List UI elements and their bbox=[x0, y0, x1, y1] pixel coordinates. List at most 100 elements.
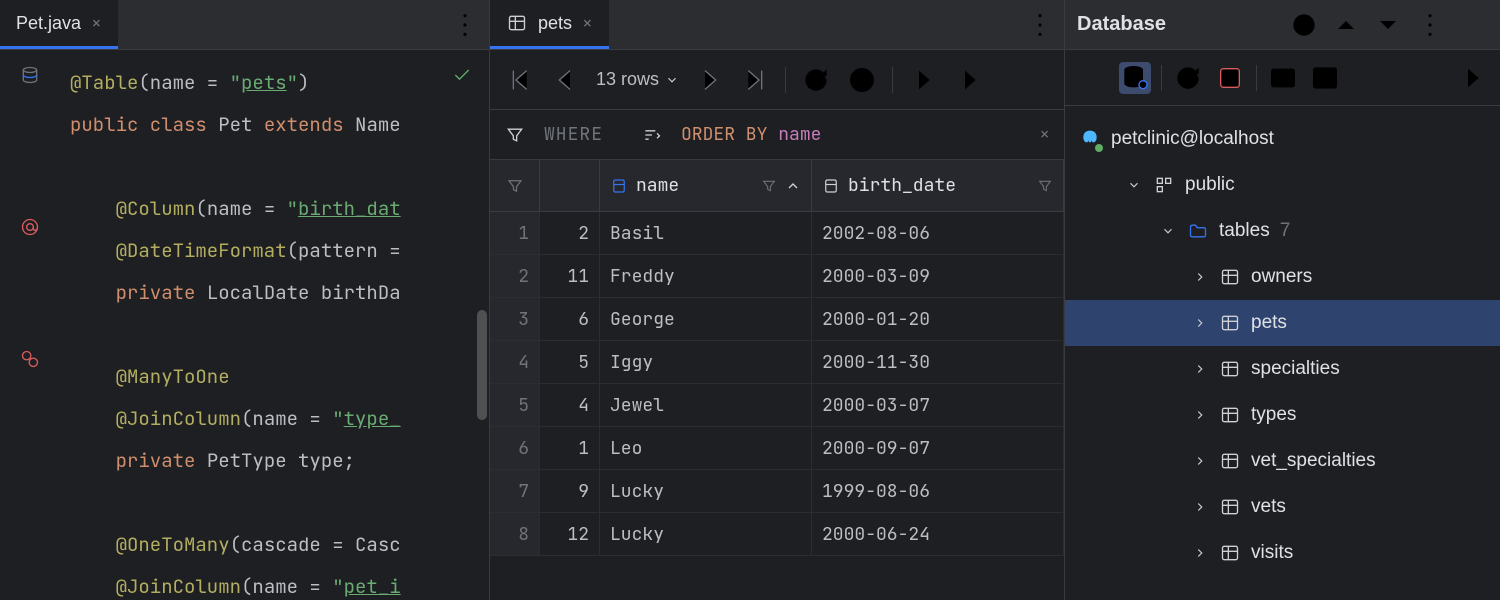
table-view-icon[interactable] bbox=[1309, 62, 1341, 94]
cell-id[interactable]: 12 bbox=[540, 513, 600, 555]
cell-name[interactable]: Iggy bbox=[600, 341, 812, 383]
cell-rownum: 1 bbox=[490, 212, 540, 254]
filter-bar: WHERE ORDER BY name × bbox=[490, 110, 1064, 160]
cell-name[interactable]: Freddy bbox=[600, 255, 812, 297]
table-icon bbox=[1219, 542, 1241, 564]
cell-id[interactable]: 5 bbox=[540, 341, 600, 383]
chevron-right-icon bbox=[1193, 316, 1209, 330]
chevron-right-icon bbox=[1193, 408, 1209, 422]
next-result2-icon[interactable] bbox=[953, 64, 985, 96]
expand-up-icon[interactable] bbox=[1330, 9, 1362, 41]
cell-id[interactable]: 1 bbox=[540, 427, 600, 469]
cell-birth-date[interactable]: 1999-08-06 bbox=[812, 470, 1064, 512]
datasource-props-icon[interactable] bbox=[1119, 62, 1151, 94]
table-node-vets[interactable]: vets bbox=[1065, 484, 1500, 530]
table-row[interactable]: 54Jewel2000-03-07 bbox=[490, 384, 1064, 427]
more-right-icon[interactable] bbox=[1456, 62, 1488, 94]
close-icon[interactable]: × bbox=[91, 12, 102, 35]
data-tab-bar: pets × bbox=[490, 0, 1064, 50]
last-page-icon[interactable] bbox=[739, 64, 771, 96]
refresh-icon[interactable] bbox=[1172, 62, 1204, 94]
cell-birth-date[interactable]: 2000-01-20 bbox=[812, 298, 1064, 340]
more-icon[interactable] bbox=[1414, 9, 1446, 41]
collapse-down-icon[interactable] bbox=[1372, 9, 1404, 41]
table-node-specialties[interactable]: specialties bbox=[1065, 346, 1500, 392]
cell-name[interactable]: Lucky bbox=[600, 470, 812, 512]
chevron-right-icon bbox=[1193, 362, 1209, 376]
column-name[interactable]: name bbox=[600, 160, 812, 211]
cell-id[interactable]: 6 bbox=[540, 298, 600, 340]
tables-node[interactable]: tables 7 bbox=[1065, 208, 1500, 254]
table-row[interactable]: 45Iggy2000-11-30 bbox=[490, 341, 1064, 384]
datasource-node[interactable]: petclinic@localhost bbox=[1065, 116, 1500, 162]
table-node-pets[interactable]: pets bbox=[1065, 300, 1500, 346]
add-icon[interactable] bbox=[1077, 62, 1109, 94]
cell-name[interactable]: Lucky bbox=[600, 513, 812, 555]
code-content[interactable]: @Table(name = "pets") public class Pet e… bbox=[60, 50, 489, 600]
table-row[interactable]: 79Lucky1999-08-06 bbox=[490, 470, 1064, 513]
folder-icon bbox=[1187, 220, 1209, 242]
cell-name[interactable]: Leo bbox=[600, 427, 812, 469]
scrollbar-thumb[interactable] bbox=[477, 310, 487, 420]
column-birth-date[interactable]: birth_date bbox=[812, 160, 1064, 211]
cell-birth-date[interactable]: 2000-09-07 bbox=[812, 427, 1064, 469]
row-count[interactable]: 13 rows bbox=[596, 69, 679, 90]
cell-birth-date[interactable]: 2000-03-07 bbox=[812, 384, 1064, 426]
next-result-icon[interactable] bbox=[907, 64, 939, 96]
first-page-icon[interactable] bbox=[504, 64, 536, 96]
database-tree[interactable]: petclinic@localhost public tables 7 owne… bbox=[1065, 106, 1500, 586]
editor-tab-bar: Pet.java × bbox=[0, 0, 489, 50]
code-editor[interactable]: @Table(name = "pets") public class Pet e… bbox=[0, 50, 489, 600]
column-rownum[interactable] bbox=[490, 160, 540, 211]
table-row[interactable]: 36George2000-01-20 bbox=[490, 298, 1064, 341]
sort-icon[interactable] bbox=[641, 124, 663, 146]
table-node-vet_specialties[interactable]: vet_specialties bbox=[1065, 438, 1500, 484]
table-node-owners[interactable]: owners bbox=[1065, 254, 1500, 300]
stop-icon[interactable] bbox=[1214, 62, 1246, 94]
tab-label: pets bbox=[538, 13, 572, 34]
more-icon[interactable] bbox=[449, 9, 481, 41]
cell-id[interactable]: 11 bbox=[540, 255, 600, 297]
database-icon[interactable] bbox=[19, 64, 41, 86]
prev-page-icon[interactable] bbox=[550, 64, 582, 96]
next-page-icon[interactable] bbox=[693, 64, 725, 96]
table-row[interactable]: 211Freddy2000-03-09 bbox=[490, 255, 1064, 298]
cell-rownum: 7 bbox=[490, 470, 540, 512]
history-icon[interactable] bbox=[846, 64, 878, 96]
tab-pet-java[interactable]: Pet.java × bbox=[0, 0, 118, 49]
column-id[interactable] bbox=[540, 160, 600, 211]
cell-birth-date[interactable]: 2000-06-24 bbox=[812, 513, 1064, 555]
cell-id[interactable]: 9 bbox=[540, 470, 600, 512]
table-node-visits[interactable]: visits bbox=[1065, 530, 1500, 576]
filter-icon[interactable] bbox=[504, 124, 526, 146]
tab-pets-data[interactable]: pets × bbox=[490, 0, 609, 49]
cell-id[interactable]: 4 bbox=[540, 384, 600, 426]
console-icon[interactable] bbox=[1267, 62, 1299, 94]
chevron-down-icon bbox=[1127, 178, 1143, 192]
cell-name[interactable]: Basil bbox=[600, 212, 812, 254]
table-row[interactable]: 61Leo2000-09-07 bbox=[490, 427, 1064, 470]
reload-icon[interactable] bbox=[800, 64, 832, 96]
clear-filter-icon[interactable]: × bbox=[1039, 123, 1050, 146]
cell-birth-date[interactable]: 2000-03-09 bbox=[812, 255, 1064, 297]
table-icon bbox=[1219, 358, 1241, 380]
panel-title: Database bbox=[1077, 13, 1166, 36]
table-row[interactable]: 812Lucky2000-06-24 bbox=[490, 513, 1064, 556]
schema-node[interactable]: public bbox=[1065, 162, 1500, 208]
table-row[interactable]: 12Basil2002-08-06 bbox=[490, 212, 1064, 255]
minimize-icon[interactable] bbox=[1456, 9, 1488, 41]
at-icon[interactable] bbox=[19, 216, 41, 238]
orderby-clause[interactable]: ORDER BY name bbox=[681, 123, 821, 146]
cell-birth-date[interactable]: 2002-08-06 bbox=[812, 212, 1064, 254]
table-node-types[interactable]: types bbox=[1065, 392, 1500, 438]
cell-id[interactable]: 2 bbox=[540, 212, 600, 254]
where-label[interactable]: WHERE bbox=[544, 123, 603, 146]
cell-birth-date[interactable]: 2000-11-30 bbox=[812, 341, 1064, 383]
cell-name[interactable]: George bbox=[600, 298, 812, 340]
link-icon[interactable] bbox=[19, 348, 41, 370]
grid-body[interactable]: 12Basil2002-08-06211Freddy2000-03-0936Ge… bbox=[490, 212, 1064, 600]
target-icon[interactable] bbox=[1288, 9, 1320, 41]
more-icon[interactable] bbox=[1024, 9, 1056, 41]
cell-name[interactable]: Jewel bbox=[600, 384, 812, 426]
close-icon[interactable]: × bbox=[582, 12, 593, 35]
